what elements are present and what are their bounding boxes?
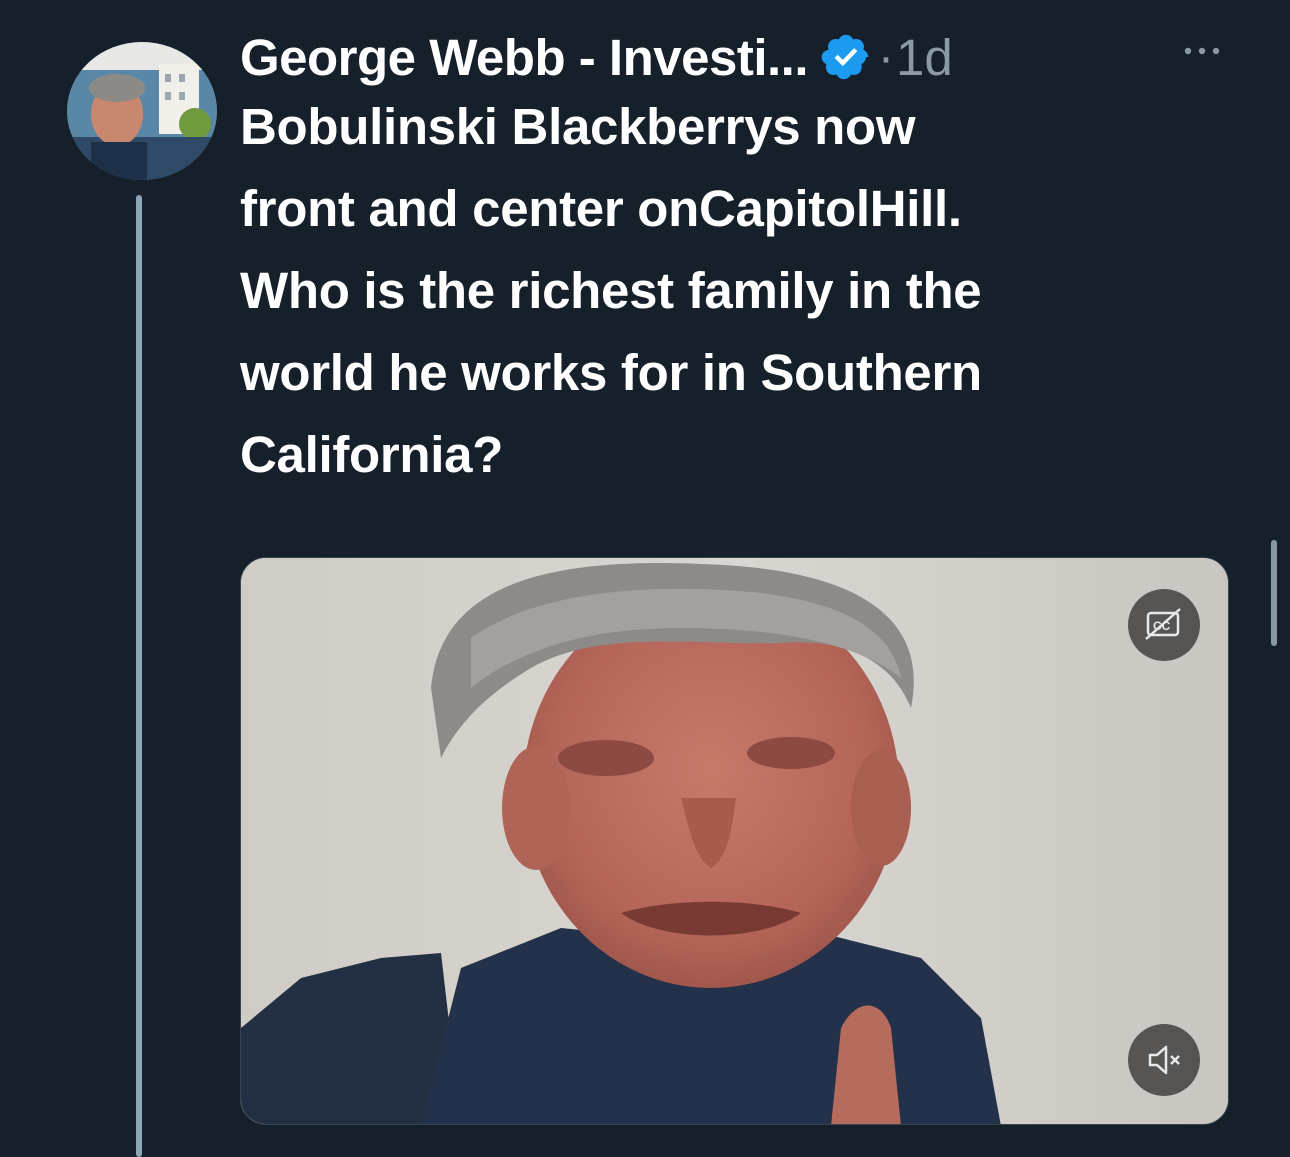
verified-badge-icon[interactable] [820, 31, 872, 83]
post-timestamp[interactable]: 1d [896, 28, 953, 87]
author-avatar[interactable] [67, 42, 217, 180]
tweet-text-line: Bobulinski Blackberrys now [240, 98, 916, 155]
tweet-text: Bobulinski Blackberrys now front and cen… [240, 86, 1230, 496]
scrollbar-thumb[interactable] [1271, 540, 1277, 646]
video-frame [241, 558, 1228, 1124]
thread-connector-line [136, 195, 142, 1157]
tweet-text-line: front and center onCapitolHill. [240, 180, 962, 237]
tweet-header: George Webb - Investi... · 1d [240, 22, 953, 92]
header-separator: · [878, 30, 894, 84]
volume-muted-icon[interactable] [1128, 1024, 1200, 1096]
tweet-text-line: Who is the richest family in the [240, 262, 982, 319]
tweet-thread-view: George Webb - Investi... · 1d Bobulinski… [0, 0, 1290, 1157]
tweet-text-line: world he works for in Southern [240, 344, 982, 401]
more-options-icon[interactable] [1180, 36, 1224, 66]
tweet-text-line: California? [240, 426, 504, 483]
avatar-photo [67, 42, 217, 180]
video-player[interactable]: CC [240, 557, 1229, 1125]
closed-captions-off-icon[interactable]: CC [1128, 589, 1200, 661]
author-name[interactable]: George Webb - Investi... [240, 28, 809, 87]
